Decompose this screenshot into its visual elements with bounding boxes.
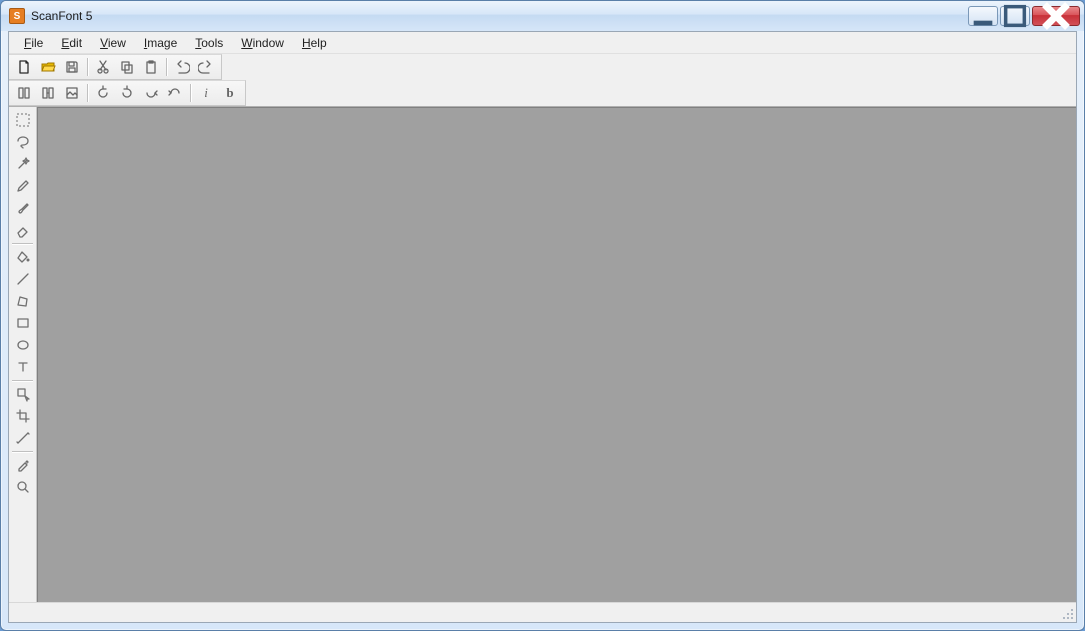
zoom-tool-icon <box>15 479 31 495</box>
line-tool-icon <box>15 271 31 287</box>
save-icon <box>64 59 80 75</box>
menu-file[interactable]: File <box>15 34 52 52</box>
titlebar[interactable]: S ScanFont 5 <box>1 1 1084 31</box>
place-button[interactable] <box>61 82 83 104</box>
measure-tool-icon <box>15 430 31 446</box>
eyedropper-tool-button[interactable] <box>11 454 35 476</box>
save-button[interactable] <box>61 56 83 78</box>
crop-tool-button[interactable] <box>11 405 35 427</box>
workarea <box>9 106 1076 602</box>
rotate-cw-icon <box>119 85 135 101</box>
lasso-tool-button[interactable] <box>11 131 35 153</box>
rotate-cw-button[interactable] <box>116 82 138 104</box>
open-button[interactable] <box>37 56 59 78</box>
rectangle-tool-icon <box>15 315 31 331</box>
window-title: ScanFont 5 <box>31 9 968 23</box>
new-button[interactable] <box>13 56 35 78</box>
rotate-ccw-icon <box>95 85 111 101</box>
app-icon: S <box>9 8 25 24</box>
menu-view[interactable]: View <box>91 34 135 52</box>
statusbar <box>9 602 1076 622</box>
maximize-button[interactable] <box>1000 6 1030 26</box>
move-tool-button[interactable] <box>11 383 35 405</box>
magic-wand-tool-icon <box>15 156 31 172</box>
cut-button[interactable] <box>92 56 114 78</box>
paste-icon <box>143 59 159 75</box>
eyedropper-tool-icon <box>15 457 31 473</box>
application-window: S ScanFont 5 FileEditViewImageToolsWindo… <box>0 0 1085 631</box>
ellipse-tool-icon <box>15 337 31 353</box>
bold-button[interactable]: b <box>219 82 241 104</box>
toolbar-separator <box>87 58 88 76</box>
menubar: FileEditViewImageToolsWindowHelp <box>9 32 1076 54</box>
polygon-tool-icon <box>15 293 31 309</box>
rotate-ccw-button[interactable] <box>92 82 114 104</box>
separate-button[interactable] <box>13 82 35 104</box>
toolbar-separator <box>190 84 191 102</box>
polygon-tool-button[interactable] <box>11 290 35 312</box>
crop-tool-icon <box>15 408 31 424</box>
flip-h-icon <box>143 85 159 101</box>
client-area: FileEditViewImageToolsWindowHelp ib <box>8 31 1077 623</box>
undo-button[interactable] <box>171 56 193 78</box>
open-icon <box>40 59 56 75</box>
minimize-button[interactable] <box>968 6 998 26</box>
merge-icon <box>40 85 56 101</box>
window-controls <box>968 6 1080 26</box>
standard-toolbar <box>9 54 1076 80</box>
menu-tools[interactable]: Tools <box>186 34 232 52</box>
toolbar-separator <box>87 84 88 102</box>
menu-help[interactable]: Help <box>293 34 336 52</box>
place-icon <box>64 85 80 101</box>
cut-icon <box>95 59 111 75</box>
marquee-tool-button[interactable] <box>11 109 35 131</box>
menu-edit[interactable]: Edit <box>52 34 91 52</box>
tool-separator <box>12 451 33 452</box>
undo-icon <box>174 59 190 75</box>
rectangle-tool-button[interactable] <box>11 312 35 334</box>
tool-separator <box>12 243 33 244</box>
move-tool-icon <box>15 386 31 402</box>
brush-tool-icon <box>15 200 31 216</box>
zoom-tool-button[interactable] <box>11 476 35 498</box>
eraser-tool-button[interactable] <box>11 219 35 241</box>
text-tool-icon <box>15 359 31 375</box>
flip-v-button[interactable] <box>164 82 186 104</box>
close-button[interactable] <box>1032 6 1080 26</box>
eraser-tool-icon <box>15 222 31 238</box>
merge-button[interactable] <box>37 82 59 104</box>
redo-icon <box>198 59 214 75</box>
redo-button[interactable] <box>195 56 217 78</box>
tool-palette <box>9 107 37 602</box>
lasso-tool-icon <box>15 134 31 150</box>
italic-icon: i <box>204 85 208 101</box>
magic-wand-tool-button[interactable] <box>11 153 35 175</box>
measure-tool-button[interactable] <box>11 427 35 449</box>
italic-button[interactable]: i <box>195 82 217 104</box>
menu-image[interactable]: Image <box>135 34 186 52</box>
font-toolbar: ib <box>9 80 1076 106</box>
copy-button[interactable] <box>116 56 138 78</box>
canvas-area[interactable] <box>37 107 1076 602</box>
flip-v-icon <box>167 85 183 101</box>
paste-button[interactable] <box>140 56 162 78</box>
fill-tool-button[interactable] <box>11 246 35 268</box>
pencil-tool-icon <box>15 178 31 194</box>
copy-icon <box>119 59 135 75</box>
marquee-tool-icon <box>15 112 31 128</box>
brush-tool-button[interactable] <box>11 197 35 219</box>
toolbar-separator <box>166 58 167 76</box>
fill-tool-icon <box>15 249 31 265</box>
text-tool-button[interactable] <box>11 356 35 378</box>
new-icon <box>16 59 32 75</box>
flip-h-button[interactable] <box>140 82 162 104</box>
tool-separator <box>12 380 33 381</box>
separate-icon <box>16 85 32 101</box>
resize-grip-icon[interactable] <box>1060 606 1074 620</box>
menu-window[interactable]: Window <box>232 34 293 52</box>
line-tool-button[interactable] <box>11 268 35 290</box>
pencil-tool-button[interactable] <box>11 175 35 197</box>
ellipse-tool-button[interactable] <box>11 334 35 356</box>
bold-icon: b <box>226 85 233 101</box>
